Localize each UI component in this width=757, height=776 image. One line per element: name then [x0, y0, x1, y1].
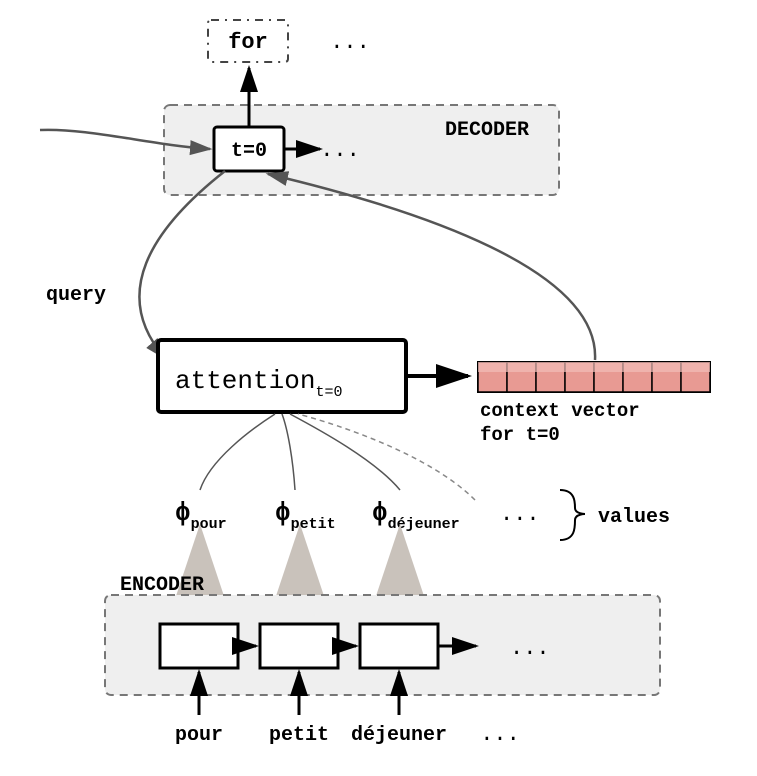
decoder-label: DECODER: [445, 119, 529, 142]
arrow-context-to-decoder: [268, 174, 595, 360]
encoder-word-2: petit: [269, 724, 329, 747]
curve-phi-ellipsis: [298, 414, 475, 500]
context-vector-label-2: for t=0: [480, 424, 560, 446]
curve-phi-1: [200, 414, 275, 490]
curve-phi-2: [282, 414, 295, 490]
decoder-output-ellipsis: ...: [330, 30, 370, 55]
decoder-step-label: t=0: [231, 140, 267, 163]
encoder-word-1: pour: [175, 724, 223, 747]
decoder-step-ellipsis: ...: [320, 138, 360, 163]
encoder-word-3: déjeuner: [351, 724, 447, 747]
context-vector-label-1: context vector: [480, 400, 640, 422]
curve-phi-3: [290, 414, 400, 490]
values-label: values: [598, 506, 670, 529]
attention-diagram: for ... DECODER t=0 ... query attentiont…: [0, 0, 757, 771]
svg-text:ϕdéjeuner: ϕdéjeuner: [372, 498, 460, 533]
encoder-ellipsis: ...: [510, 636, 550, 661]
decoder-output-word: for: [228, 30, 268, 55]
encoder-cell-3: [360, 624, 438, 668]
values-brace: [560, 490, 585, 540]
encoder-cell-2: [260, 624, 338, 668]
query-label: query: [46, 284, 106, 307]
arrow-query: [139, 171, 225, 358]
svg-text:...: ...: [500, 502, 540, 527]
svg-text:ϕpour: ϕpour: [175, 498, 227, 533]
svg-text:ϕpetit: ϕpetit: [275, 498, 336, 533]
encoder-label: ENCODER: [120, 574, 204, 597]
context-vector: [478, 362, 710, 392]
phi-row: ϕpour ϕpetit ϕdéjeuner ...: [175, 498, 540, 533]
encoder-word-ellipsis: ...: [480, 722, 520, 747]
encoder-cell-1: [160, 624, 238, 668]
